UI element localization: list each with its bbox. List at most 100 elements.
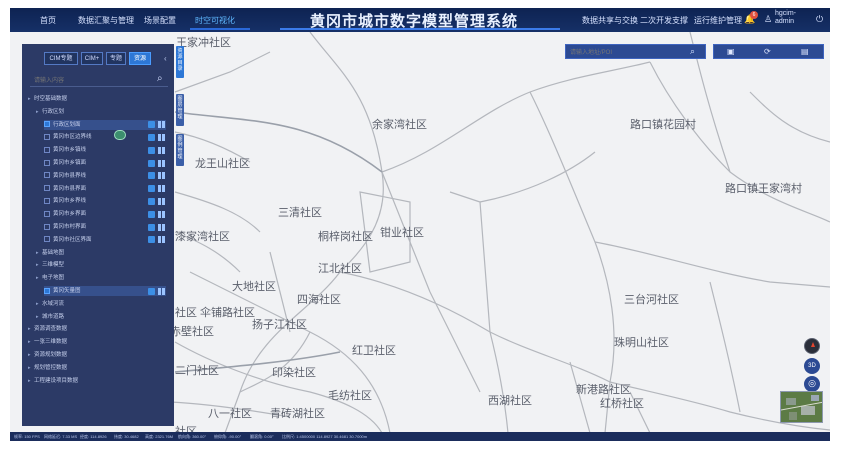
tree-item-label: 黄冈市乡镇线 bbox=[53, 147, 87, 154]
tree-folder[interactable]: ▸ 城市道路 bbox=[36, 312, 166, 322]
place-label: 桐梓岗社区 bbox=[318, 230, 373, 243]
search-icon[interactable]: ⌕ bbox=[690, 46, 695, 57]
calculator-icon[interactable]: ▤ bbox=[801, 47, 809, 56]
view-3d-button[interactable]: 3D bbox=[804, 358, 820, 374]
layer-checkbox[interactable] bbox=[44, 146, 50, 153]
locate-layer-icon[interactable] bbox=[148, 197, 155, 205]
layer-search-input[interactable] bbox=[34, 76, 144, 85]
layer-settings-icon[interactable] bbox=[158, 159, 165, 167]
place-label: 毛纺社区 bbox=[328, 389, 372, 402]
tree-folder[interactable]: ▸ 工程建设项目数据 bbox=[28, 376, 166, 386]
layer-checkbox[interactable] bbox=[44, 159, 50, 166]
tree-folder[interactable]: ▸ 基础地图 bbox=[36, 248, 166, 258]
place-label: 赤壁社区 bbox=[170, 325, 214, 338]
layer-checkbox[interactable] bbox=[44, 236, 50, 243]
layer-checkbox[interactable] bbox=[44, 197, 50, 204]
locate-icon[interactable]: ◎ bbox=[804, 376, 820, 392]
nav-data-management[interactable]: 数据汇聚与管理 bbox=[78, 15, 134, 26]
tree-folder[interactable]: ▸ 水域河流 bbox=[36, 299, 166, 309]
user-name[interactable]: hgcim- admin bbox=[775, 10, 796, 26]
layer-checkbox[interactable] bbox=[44, 210, 50, 217]
map-toolbar: ▣ ⟳ ▤ bbox=[713, 44, 824, 59]
collapse-icon[interactable]: ‹ bbox=[164, 54, 167, 63]
status-item: 比例尺: 1:4500000 114.8927 30.4681 30.7000m bbox=[282, 434, 368, 439]
tree-folder[interactable]: ▸ 规划管控数据 bbox=[28, 363, 166, 373]
status-item: 高度: 2321.76M bbox=[145, 434, 174, 439]
tab-cim-topic[interactable]: CIM专题 bbox=[44, 52, 78, 65]
place-label: 青砖湖社区 bbox=[270, 407, 325, 420]
locate-layer-icon[interactable] bbox=[148, 172, 155, 180]
status-item: 纬度: 30.4682 bbox=[114, 434, 139, 439]
locate-layer-icon[interactable] bbox=[148, 146, 155, 154]
tab-topic[interactable]: 专题 bbox=[106, 52, 126, 65]
minimap-thumbnail[interactable] bbox=[780, 391, 823, 423]
layer-checkbox[interactable] bbox=[44, 185, 50, 192]
place-label: 路口镇花园村 bbox=[630, 118, 696, 131]
tree-item-label: 水域河流 bbox=[42, 300, 65, 307]
tree-item-label: 资源规划数据 bbox=[34, 352, 68, 358]
nav-visualization[interactable]: 时空可视化 bbox=[195, 15, 235, 26]
tree-item-label: 行政区划 bbox=[42, 108, 65, 115]
tree-folder[interactable]: ▸ 资源规划数据 bbox=[28, 350, 166, 360]
tree-folder[interactable]: ▸ 资源调查数据 bbox=[28, 324, 166, 334]
nav-secondary-dev[interactable]: 二次开发支撑 bbox=[640, 15, 688, 26]
layer-checkbox[interactable] bbox=[44, 223, 50, 230]
search-icon[interactable]: ⌕ bbox=[157, 73, 163, 84]
user-name-line2: admin bbox=[775, 18, 795, 25]
locate-layer-icon[interactable] bbox=[148, 287, 155, 295]
layer-settings-icon[interactable] bbox=[158, 197, 165, 205]
tree-folder[interactable]: ▸ 一张三维数据 bbox=[28, 337, 166, 347]
status-item: 航向角: 360.00° bbox=[178, 434, 207, 439]
tree-item-label: 一张三维数据 bbox=[34, 339, 68, 346]
tree-folder[interactable]: ▸ 电子地图 bbox=[36, 273, 166, 283]
locate-layer-icon[interactable] bbox=[148, 236, 155, 244]
place-label: 八一社区 bbox=[208, 407, 252, 420]
map-search-input[interactable] bbox=[570, 48, 680, 57]
nav-data-sharing[interactable]: 数据共享与交换 bbox=[582, 15, 638, 26]
tree-folder[interactable]: ▸ 行政区划 bbox=[36, 107, 166, 117]
tab-cim-plus[interactable]: CIM+ bbox=[81, 52, 103, 65]
layer-settings-icon[interactable] bbox=[158, 185, 165, 193]
layer-settings-icon[interactable] bbox=[158, 210, 165, 218]
nav-home[interactable]: 首页 bbox=[40, 15, 56, 26]
layer-settings-icon[interactable] bbox=[158, 121, 165, 129]
power-icon[interactable]: ⏻ bbox=[816, 14, 823, 25]
refresh-icon[interactable]: ⟳ bbox=[764, 47, 771, 56]
toolbox-icon[interactable]: ▣ bbox=[727, 47, 735, 56]
tree-folder[interactable]: ▸ 三维模型 bbox=[36, 260, 166, 270]
layer-settings-icon[interactable] bbox=[158, 287, 165, 295]
layer-settings-icon[interactable] bbox=[158, 146, 165, 154]
side-tab-resource-catalog[interactable]: 资源目录 bbox=[176, 46, 184, 78]
side-tab-legend-manager[interactable]: 图例管理 bbox=[176, 134, 184, 166]
tree-item-label: 时空基础数据 bbox=[34, 96, 68, 102]
locate-layer-icon[interactable] bbox=[148, 159, 155, 167]
locate-layer-icon[interactable] bbox=[148, 210, 155, 218]
tree-item-label: 电子地图 bbox=[42, 275, 65, 282]
layer-settings-icon[interactable] bbox=[158, 133, 165, 141]
layer-checkbox[interactable] bbox=[44, 133, 50, 140]
place-label: 西湖社区 bbox=[488, 394, 532, 407]
layer-checkbox[interactable] bbox=[44, 121, 50, 128]
locate-layer-icon[interactable] bbox=[148, 223, 155, 231]
layer-settings-icon[interactable] bbox=[158, 236, 165, 244]
layer-settings-icon[interactable] bbox=[158, 172, 165, 180]
nav-scene-config[interactable]: 场景配置 bbox=[144, 15, 176, 26]
user-icon[interactable]: ♙ bbox=[764, 14, 772, 25]
side-tab-layer-manager[interactable]: 图层管理 bbox=[176, 94, 184, 126]
status-item: 帧率: 150 FPS bbox=[14, 434, 40, 439]
locate-layer-icon[interactable] bbox=[148, 133, 155, 141]
tree-folder[interactable]: ▸ 时空基础数据 bbox=[28, 94, 166, 104]
app-title: 黄冈市城市数字模型管理系统 bbox=[310, 12, 519, 30]
layer-settings-icon[interactable] bbox=[158, 223, 165, 231]
place-label: 伞铺路社区 bbox=[200, 306, 255, 319]
compass-control[interactable] bbox=[804, 338, 820, 354]
place-label: 扬子江社区 bbox=[252, 318, 307, 331]
locate-layer-icon[interactable] bbox=[148, 121, 155, 129]
tab-resources[interactable]: 资源 bbox=[129, 52, 151, 65]
nav-maintenance[interactable]: 运行维护管理 bbox=[694, 15, 742, 26]
robot-assistant-icon[interactable] bbox=[114, 130, 126, 140]
layer-checkbox[interactable] bbox=[44, 172, 50, 179]
layer-checkbox[interactable] bbox=[44, 287, 50, 294]
locate-layer-icon[interactable] bbox=[148, 185, 155, 193]
tree-item-label: 工程建设项目数据 bbox=[34, 377, 79, 384]
